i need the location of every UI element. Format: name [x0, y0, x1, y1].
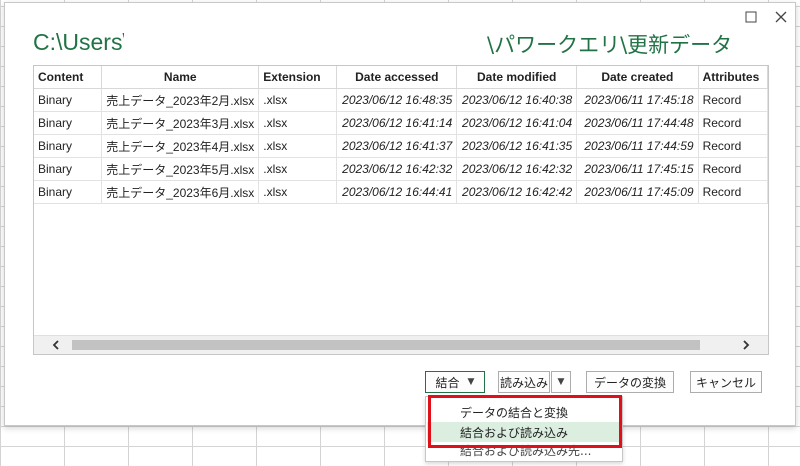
table-row[interactable]: Binary 売上データ_2023年3月.xlsx .xlsx 2023/06/…: [34, 111, 768, 135]
close-button[interactable]: [771, 7, 791, 27]
cell-content: Binary: [34, 111, 103, 135]
cell-name: 売上データ_2023年6月.xlsx: [101, 180, 260, 204]
load-button-label: 読み込み: [499, 375, 548, 390]
cell-name: 売上データ_2023年3月.xlsx: [101, 111, 260, 135]
cell-date-modified: 2023/06/12 16:42:32: [456, 157, 578, 181]
cell-date-modified: 2023/06/12 16:40:38: [456, 88, 578, 112]
cell-date-created: 2023/06/11 17:45:09: [576, 180, 699, 204]
cell-date-accessed: 2023/06/12 16:41:37: [336, 134, 458, 158]
caret-down-icon: ▼: [467, 377, 475, 387]
cell-date-accessed: 2023/06/12 16:42:32: [336, 157, 458, 181]
cell-content: Binary: [34, 134, 103, 158]
column-header[interactable]: Attributes: [698, 66, 768, 89]
cell-extension: .xlsx: [258, 180, 338, 204]
cancel-button[interactable]: キャンセル: [690, 371, 762, 393]
table-row[interactable]: Binary 売上データ_2023年2月.xlsx .xlsx 2023/06/…: [34, 88, 768, 112]
column-header[interactable]: Content: [34, 66, 103, 89]
cell-extension: .xlsx: [258, 157, 338, 181]
cell-attributes[interactable]: Record: [698, 111, 768, 135]
cell-name: 売上データ_2023年2月.xlsx: [101, 88, 260, 112]
redacted-path-segment: [124, 33, 484, 57]
cancel-button-label: キャンセル: [695, 375, 756, 390]
table-row[interactable]: Binary 売上データ_2023年5月.xlsx .xlsx 2023/06/…: [34, 157, 768, 181]
table-row[interactable]: Binary 売上データ_2023年6月.xlsx .xlsx 2023/06/…: [34, 180, 768, 204]
load-dropdown-button[interactable]: ▼: [551, 371, 571, 393]
cell-extension: .xlsx: [258, 134, 338, 158]
cell-date-accessed: 2023/06/12 16:41:14: [336, 111, 458, 135]
load-button[interactable]: 読み込み: [498, 371, 550, 393]
cell-date-modified: 2023/06/12 16:41:35: [456, 134, 578, 158]
folder-path-prefix: C:\Users\: [33, 29, 129, 55]
cell-name: 売上データ_2023年5月.xlsx: [101, 157, 260, 181]
column-header[interactable]: Date accessed: [336, 66, 458, 89]
transform-button-label: データの変換: [593, 375, 666, 390]
menu-item-combine-load-to[interactable]: 結合および読み込み先...: [427, 442, 621, 458]
cell-attributes[interactable]: Record: [698, 180, 768, 204]
combine-button-label: 結合: [435, 375, 460, 390]
power-query-file-dialog: C:\Users\ \パワークエリ\更新データ Content Name Ext…: [4, 2, 796, 426]
scrollbar-thumb[interactable]: [72, 340, 700, 350]
maximize-icon: [745, 11, 757, 23]
cell-date-created: 2023/06/11 17:45:18: [576, 88, 699, 112]
cell-date-modified: 2023/06/12 16:42:42: [456, 180, 578, 204]
cell-date-created: 2023/06/11 17:45:15: [576, 157, 699, 181]
cell-date-created: 2023/06/11 17:44:59: [576, 134, 699, 158]
column-header[interactable]: Date modified: [456, 66, 578, 89]
cell-date-created: 2023/06/11 17:44:48: [576, 111, 699, 135]
combine-dropdown-menu: データの結合と変換 結合および読み込み 結合および読み込み先...: [425, 396, 623, 462]
table-header-row: Content Name Extension Date accessed Dat…: [34, 66, 768, 89]
cell-extension: .xlsx: [258, 111, 338, 135]
cell-attributes[interactable]: Record: [698, 88, 768, 112]
cell-name: 売上データ_2023年4月.xlsx: [101, 134, 260, 158]
transform-data-button[interactable]: データの変換: [586, 371, 674, 393]
scroll-right-button[interactable]: [734, 336, 758, 354]
maximize-button[interactable]: [741, 7, 761, 27]
cell-attributes[interactable]: Record: [698, 157, 768, 181]
column-header[interactable]: Extension: [258, 66, 338, 89]
caret-down-icon: ▼: [557, 377, 565, 387]
scroll-left-button[interactable]: [44, 336, 68, 354]
table-row[interactable]: Binary 売上データ_2023年4月.xlsx .xlsx 2023/06/…: [34, 134, 768, 158]
combine-button[interactable]: 結合 ▼: [425, 371, 485, 393]
cell-attributes[interactable]: Record: [698, 134, 768, 158]
chevron-right-icon: [743, 340, 750, 350]
horizontal-scrollbar[interactable]: [34, 335, 768, 354]
column-header[interactable]: Name: [101, 66, 260, 89]
folder-path-suffix: \パワークエリ\更新データ: [487, 33, 733, 57]
cell-content: Binary: [34, 88, 103, 112]
column-header[interactable]: Date created: [576, 66, 699, 89]
cell-content: Binary: [34, 157, 103, 181]
file-list-table: Content Name Extension Date accessed Dat…: [33, 65, 769, 355]
menu-item-combine-load[interactable]: 結合および読み込み: [427, 422, 621, 442]
chevron-left-icon: [52, 340, 59, 350]
cell-date-accessed: 2023/06/12 16:48:35: [336, 88, 458, 112]
cell-extension: .xlsx: [258, 88, 338, 112]
close-icon: [775, 11, 787, 23]
cell-content: Binary: [34, 180, 103, 204]
cell-date-accessed: 2023/06/12 16:44:41: [336, 180, 458, 204]
cell-date-modified: 2023/06/12 16:41:04: [456, 111, 578, 135]
menu-item-combine-transform[interactable]: データの結合と変換: [427, 402, 621, 422]
